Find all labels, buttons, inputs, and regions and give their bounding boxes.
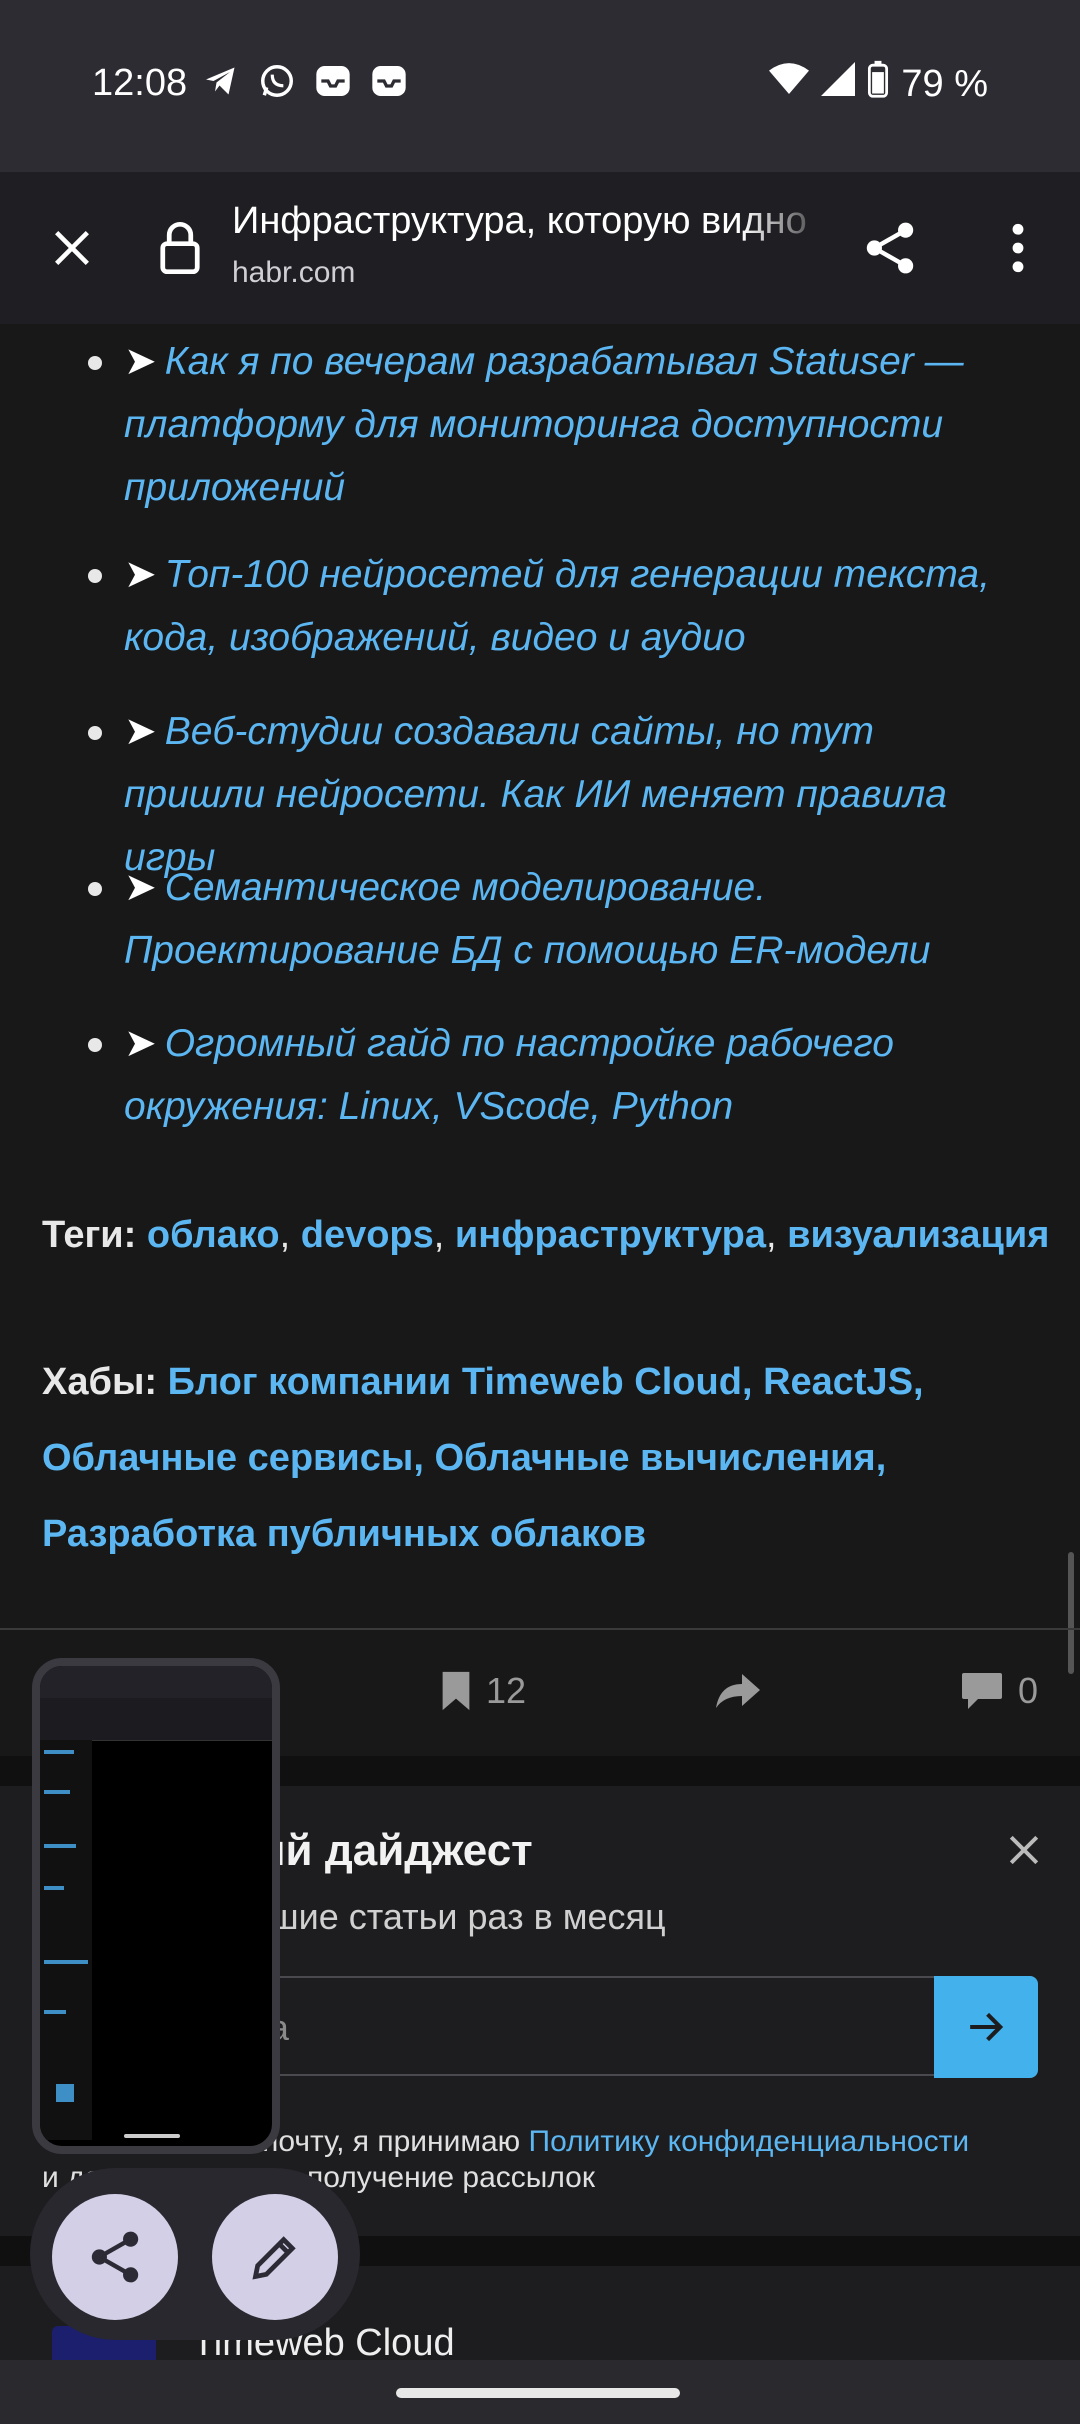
signal-icon (821, 62, 856, 106)
more-options-icon[interactable] (980, 210, 1056, 286)
privacy-policy-link[interactable]: Политику конфиденциальности (529, 2125, 970, 2158)
repost-icon (716, 1674, 760, 1708)
comment-icon (962, 1673, 1002, 1709)
tags-label: Теги: (42, 1214, 137, 1256)
pencil-icon (252, 2236, 296, 2280)
page-title[interactable]: Инфраструктура, которую видно (232, 200, 832, 243)
share-icon (91, 2231, 139, 2283)
pip-line (44, 1844, 76, 1848)
pip-line (44, 1960, 88, 1964)
hub-link[interactable]: Облачные сервисы (42, 1437, 413, 1479)
hub-link[interactable]: Блог компании Timeweb Cloud (168, 1361, 742, 1403)
related-link-text[interactable]: Огромный гайд по настройке рабочего окру… (124, 1022, 894, 1128)
pip-content (40, 1740, 92, 2140)
share-icon[interactable] (852, 210, 928, 286)
hubs-label: Хабы: (42, 1361, 158, 1403)
inbox-icon (312, 60, 354, 102)
browser-toolbar: Инфраструктура, которую видно habr.com (0, 172, 1080, 324)
system-navigation-bar (0, 2360, 1080, 2424)
tag-link[interactable]: облако (147, 1214, 280, 1256)
whatsapp-icon (256, 60, 298, 102)
arrow-right-icon (970, 2012, 1004, 2042)
pip-line (56, 2084, 74, 2102)
related-link[interactable]: ➤ Огромный гайд по настройке рабочего окр… (88, 1012, 1024, 1138)
status-bar: 12:08 79 % (0, 0, 1080, 172)
related-link[interactable]: ➤ Топ-100 нейросетей для генерации текста… (88, 543, 1024, 669)
arrow-icon: ➤ (124, 340, 157, 383)
pip-preview-window[interactable] (32, 1658, 280, 2154)
comments-button[interactable]: 0 (960, 1670, 1038, 1712)
pip-line (44, 1886, 64, 1890)
hub-link[interactable]: ReactJS (763, 1361, 913, 1403)
tag-link[interactable]: инфраструктура (455, 1214, 766, 1256)
pip-status-bar (40, 1666, 272, 1698)
close-icon[interactable] (996, 1822, 1052, 1878)
pip-line (44, 1750, 74, 1754)
wifi-icon (769, 62, 810, 106)
digest-subtitle: лучшие статьи раз в месяц (212, 1896, 666, 1937)
status-right: 79 % (769, 60, 988, 108)
email-field[interactable]: чта (212, 1976, 934, 2076)
edit-fab-button[interactable] (212, 2194, 338, 2320)
subscribe-button[interactable] (934, 1976, 1038, 2078)
pip-toolbar (40, 1698, 272, 1741)
related-link-text[interactable]: Веб-студии создавали сайты, но тут пришл… (124, 710, 947, 879)
notification-icons (200, 60, 410, 102)
bookmark-count: 12 (486, 1670, 527, 1711)
arrow-icon: ➤ (124, 1022, 157, 1065)
pip-line (44, 2010, 66, 2014)
pip-handle (124, 2134, 180, 2138)
arrow-icon: ➤ (124, 866, 157, 909)
telegram-icon (200, 60, 242, 102)
bookmark-button[interactable]: 12 (440, 1670, 526, 1712)
comments-count: 0 (1018, 1670, 1039, 1711)
repost-button[interactable] (714, 1670, 762, 1715)
share-fab-button[interactable] (52, 2194, 178, 2320)
battery-icon (867, 60, 889, 108)
hub-link[interactable]: Облачные вычисления (434, 1437, 875, 1479)
tags-line: Теги: облако, devops, инфраструктура, ви… (42, 1214, 1050, 1256)
related-link-text[interactable]: Как я по вечерам разрабатывал Statuser —… (124, 340, 964, 509)
related-link-text[interactable]: Семантическое моделирование. Проектирова… (124, 866, 930, 972)
bookmark-icon (442, 1671, 470, 1711)
related-link[interactable]: ➤ Семантическое моделирование. Проектиров… (88, 856, 1024, 982)
page-domain[interactable]: habr.com (232, 256, 355, 290)
pip-line (44, 1790, 70, 1794)
status-time: 12:08 (92, 62, 188, 104)
home-handle[interactable] (396, 2388, 680, 2398)
tag-link[interactable]: devops (301, 1214, 434, 1256)
arrow-icon: ➤ (124, 553, 157, 596)
related-link[interactable]: ➤ Как я по вечерам разрабатывал Statuser … (88, 330, 1024, 519)
inbox-icon (368, 60, 410, 102)
lock-icon[interactable] (150, 212, 210, 284)
arrow-icon: ➤ (124, 710, 157, 753)
tag-link[interactable]: визуализация (787, 1214, 1049, 1256)
battery-percent: 79 % (901, 62, 988, 105)
related-link-text[interactable]: Топ-100 нейросетей для генерации текста,… (124, 553, 990, 659)
hub-link[interactable]: Разработка публичных облаков (42, 1513, 646, 1555)
hubs-line: Хабы: Блог компании Timeweb Cloud, React… (42, 1361, 924, 1555)
close-icon[interactable] (36, 212, 108, 284)
